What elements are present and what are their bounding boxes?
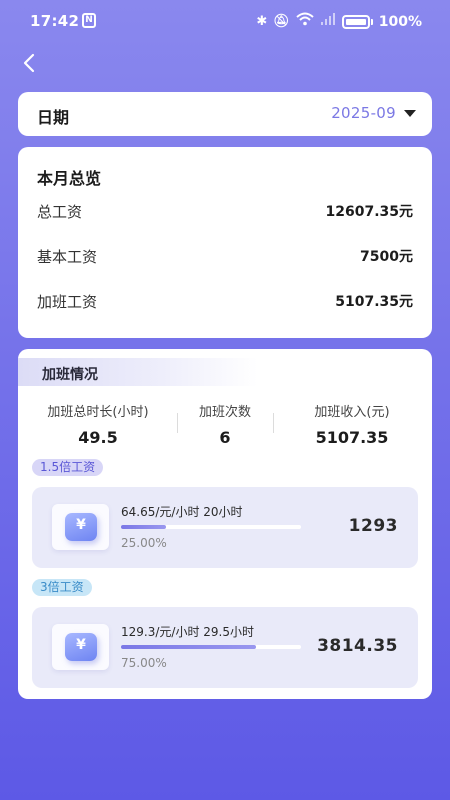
stat-label: 加班总时长(小时) xyxy=(47,405,149,420)
wifi-icon xyxy=(296,12,314,31)
summary-row-base: 基本工资 7500元 xyxy=(37,245,413,267)
mute-icon: 🔕︎ xyxy=(273,13,290,29)
tier-row-1-5x[interactable]: ¥ 64.65/元/小时 20小时 25.00% 1293 xyxy=(32,487,418,568)
selected-month: 2025-09 xyxy=(331,104,396,122)
summary-value: 5107.35元 xyxy=(335,294,413,310)
summary-label: 总工资 xyxy=(37,202,83,221)
tier-progress-track xyxy=(121,645,301,649)
stat-label: 加班收入(元) xyxy=(314,405,390,420)
back-button[interactable] xyxy=(18,50,42,76)
summary-row-total: 总工资 12607.35元 xyxy=(37,200,413,222)
tier-percent: 75.00% xyxy=(121,656,167,670)
tier-amount: 1293 xyxy=(348,516,398,536)
tier-percent: 25.00% xyxy=(121,536,167,550)
stat-value: 6 xyxy=(219,428,231,447)
nfc-icon: N xyxy=(82,13,96,28)
stat-count: 加班次数 6 xyxy=(186,401,264,447)
yuan-coin-icon: ¥ xyxy=(52,504,109,550)
stat-divider xyxy=(177,413,178,433)
tier-rate: 64.65/元/小时 20小时 xyxy=(121,505,243,519)
tier-progress-fill xyxy=(121,525,166,529)
stat-income: 加班收入(元) 5107.35 xyxy=(296,401,408,447)
summary-label: 加班工资 xyxy=(37,292,98,311)
tier-amount: 3814.35 xyxy=(317,636,398,656)
stat-divider xyxy=(273,413,274,433)
tier-badge-3x: 3倍工资 xyxy=(32,579,92,596)
caret-down-icon xyxy=(404,109,416,117)
tier-badge-1-5x: 1.5倍工资 xyxy=(32,459,104,476)
tier-progress-track xyxy=(121,525,301,529)
overtime-header: 加班情况 xyxy=(18,358,258,386)
summary-label: 基本工资 xyxy=(37,247,98,266)
date-filter-card: 日期 2025-09 xyxy=(18,92,432,136)
stat-value: 49.5 xyxy=(78,428,118,447)
battery-level: 100% xyxy=(378,13,422,30)
tier-progress-fill xyxy=(121,645,256,649)
chevron-left-icon xyxy=(18,50,42,76)
status-bar: 17:42 N ✱ 🔕︎ 100% xyxy=(0,0,450,44)
stat-total-hours: 加班总时长(小时) 49.5 xyxy=(34,401,162,447)
yuan-coin-icon: ¥ xyxy=(52,624,109,670)
tier-rate: 129.3/元/小时 29.5小时 xyxy=(121,625,254,639)
summary-row-overtime: 加班工资 5107.35元 xyxy=(37,290,413,312)
battery-charging-icon xyxy=(341,14,370,29)
signal-icon xyxy=(320,12,336,31)
month-selector[interactable]: 2025-09 xyxy=(331,104,416,122)
bluetooth-icon: ✱ xyxy=(256,13,268,29)
monthly-summary-card: 本月总览 总工资 12607.35元 基本工资 7500元 加班工资 5107.… xyxy=(18,147,432,338)
battery-tip xyxy=(370,18,373,25)
tier-row-3x[interactable]: ¥ 129.3/元/小时 29.5小时 75.00% 3814.35 xyxy=(32,607,418,688)
summary-value: 7500元 xyxy=(360,249,413,265)
overtime-card: 加班情况 加班总时长(小时) 49.5 加班次数 6 加班收入(元) 5107.… xyxy=(18,349,432,699)
date-label: 日期 xyxy=(37,108,70,127)
stat-label: 加班次数 xyxy=(198,405,251,420)
status-time: 17:42 xyxy=(30,12,80,30)
summary-value: 12607.35元 xyxy=(325,204,413,220)
summary-title: 本月总览 xyxy=(37,169,102,188)
stat-value: 5107.35 xyxy=(315,428,389,447)
status-icons: ✱ 🔕︎ 100% xyxy=(256,12,422,31)
overtime-title: 加班情况 xyxy=(42,367,98,383)
